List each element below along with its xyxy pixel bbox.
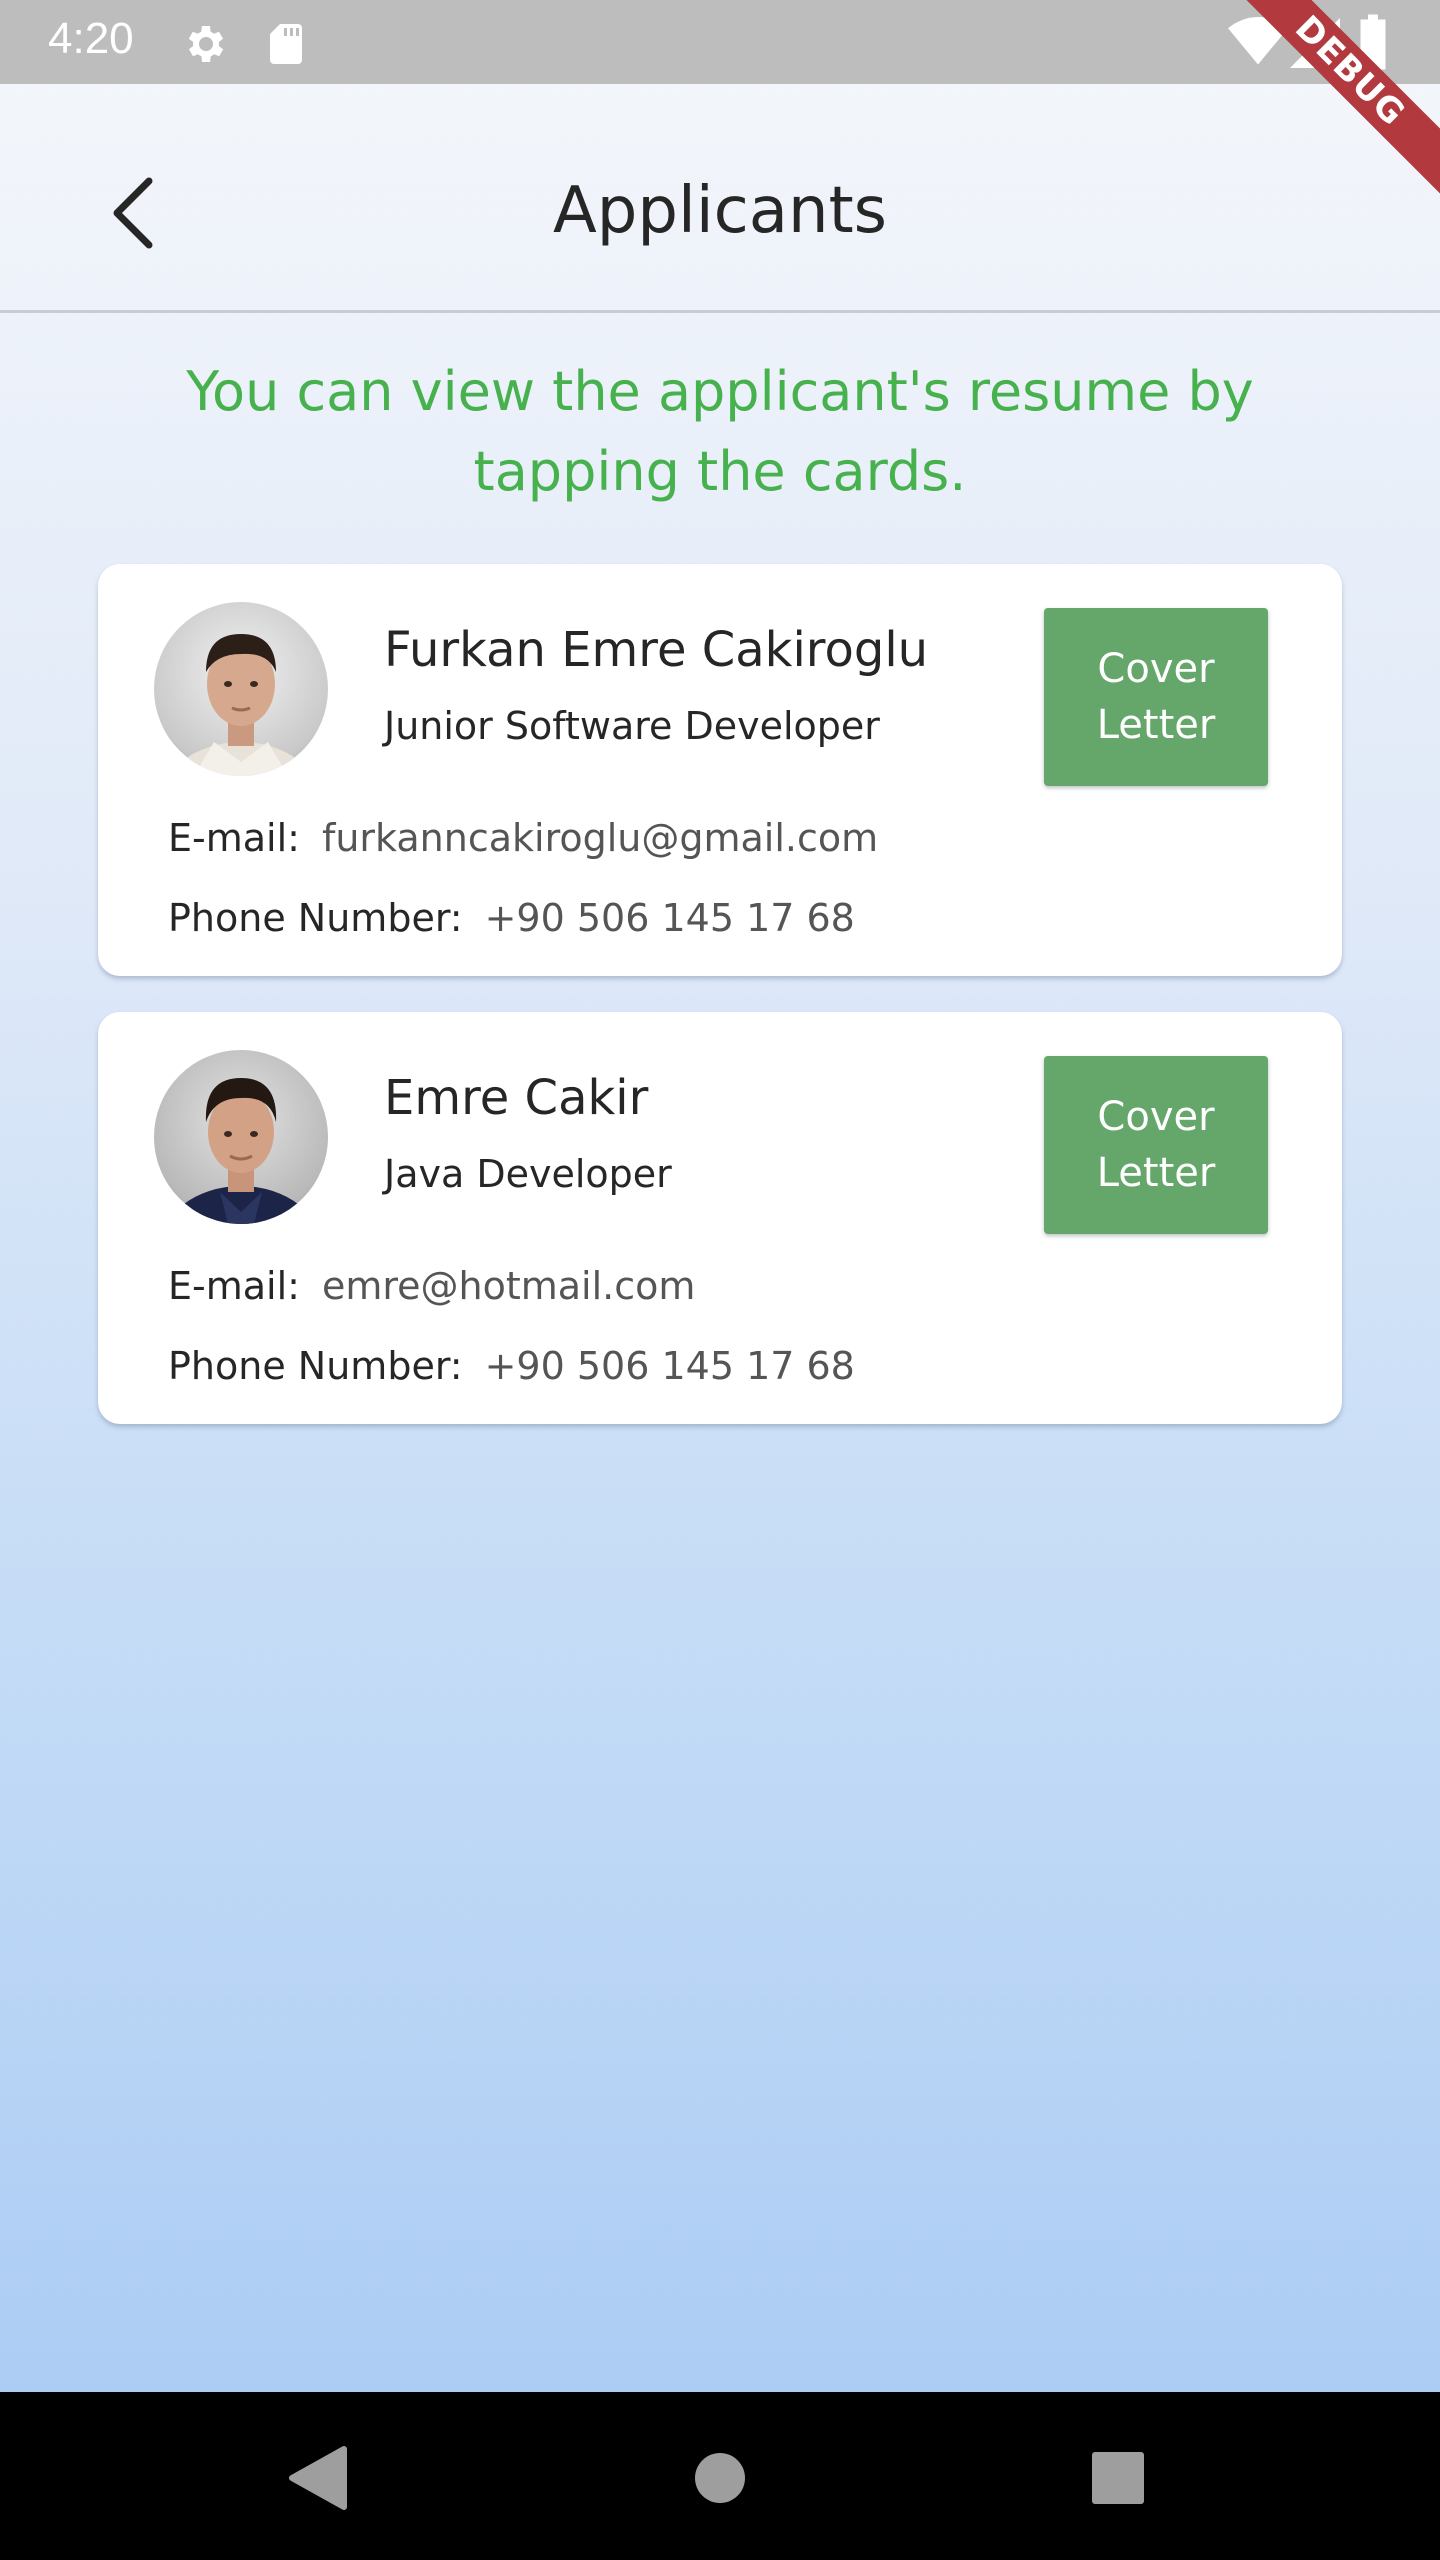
- cover-letter-label-line1: Cover: [1097, 1094, 1215, 1140]
- cover-letter-button[interactable]: Cover Letter: [1044, 1056, 1268, 1234]
- email-label: E-mail:: [168, 1264, 300, 1308]
- status-bar: 4:20: [0, 0, 1440, 84]
- email-row: E-mail: furkanncakiroglu@gmail.com: [168, 816, 878, 860]
- email-value: emre@hotmail.com: [321, 1264, 696, 1308]
- avatar: [154, 1050, 328, 1224]
- hint-text: You can view the applicant's resume by t…: [186, 360, 1254, 503]
- nav-recents-button[interactable]: [1078, 2438, 1158, 2518]
- gear-icon: [182, 20, 230, 72]
- cover-letter-label-line2: Letter: [1096, 702, 1216, 748]
- status-time: 4:20: [48, 14, 134, 63]
- applicant-card[interactable]: Furkan Emre Cakiroglu Junior Software De…: [98, 564, 1342, 976]
- phone-label: Phone Number:: [168, 1344, 463, 1388]
- email-label: E-mail:: [168, 816, 300, 860]
- applicant-role: Java Developer: [384, 1152, 672, 1196]
- navigation-bar: [0, 2392, 1440, 2560]
- nav-back-icon: [289, 2446, 347, 2510]
- cover-letter-label-line2: Letter: [1096, 1150, 1216, 1196]
- applicant-name: Furkan Emre Cakiroglu: [384, 622, 929, 678]
- phone-row: Phone Number: +90 506 145 17 68: [168, 1344, 855, 1388]
- phone-label: Phone Number:: [168, 896, 463, 940]
- cover-letter-button[interactable]: Cover Letter: [1044, 608, 1268, 786]
- nav-home-icon: [695, 2453, 745, 2503]
- avatar: [154, 602, 328, 776]
- phone-row: Phone Number: +90 506 145 17 68: [168, 896, 855, 940]
- cover-letter-label-line1: Cover: [1097, 646, 1215, 692]
- phone-value: +90 506 145 17 68: [484, 1344, 855, 1388]
- applicant-name: Emre Cakir: [384, 1070, 649, 1126]
- nav-recents-icon: [1092, 2452, 1144, 2504]
- phone-value: +90 506 145 17 68: [484, 896, 855, 940]
- page-title: Applicants: [553, 174, 887, 248]
- applicant-card[interactable]: Emre Cakir Java Developer Cover Letter E…: [98, 1012, 1342, 1424]
- email-row: E-mail: emre@hotmail.com: [168, 1264, 695, 1308]
- email-value: furkanncakiroglu@gmail.com: [321, 816, 879, 860]
- sd-card-icon: [262, 20, 310, 72]
- nav-back-button[interactable]: [278, 2438, 358, 2518]
- applicant-role: Junior Software Developer: [384, 704, 880, 748]
- nav-home-button[interactable]: [680, 2438, 760, 2518]
- app-bar: Applicants: [0, 84, 1440, 313]
